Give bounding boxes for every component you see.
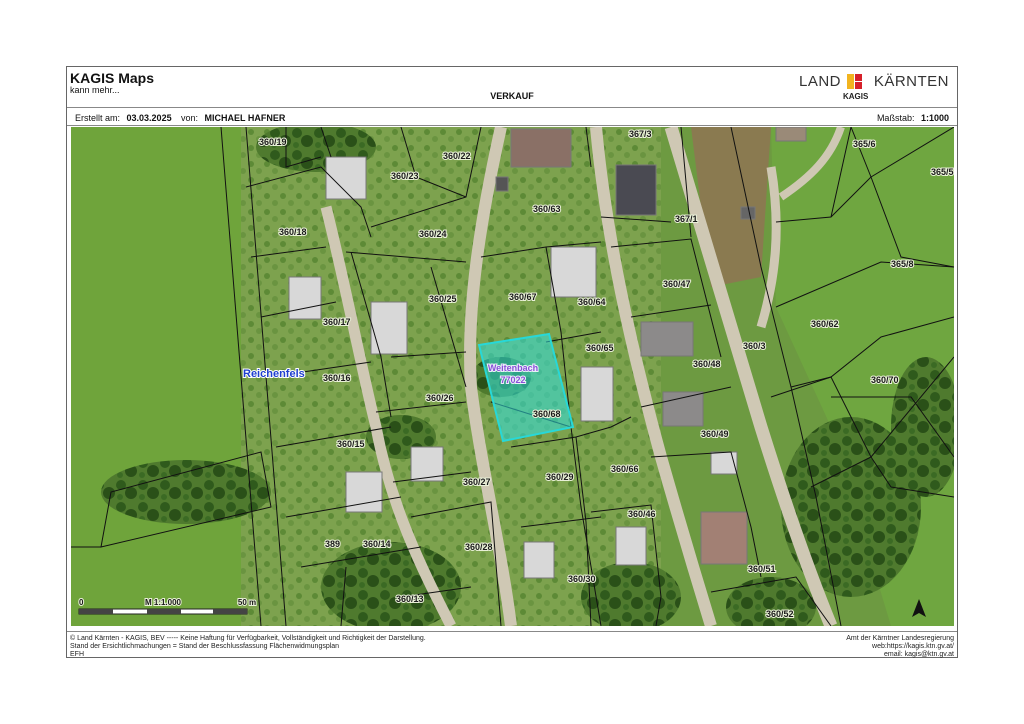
parcel-label: 360/16 <box>323 373 351 383</box>
meadow-west <box>71 127 241 626</box>
parcel-label: 360/51 <box>748 564 776 574</box>
scalebar-middle: M 1:1.000 <box>145 598 182 607</box>
footer-divider <box>67 631 957 632</box>
logo-text-left: LAND <box>799 73 842 90</box>
parcel-label: 360/47 <box>663 279 691 289</box>
logo-subtitle: KAGIS <box>843 92 869 101</box>
parcel-label: 360/62 <box>811 319 839 329</box>
print-frame: KAGIS Maps kann mehr... VERKAUF LAND KÄR… <box>66 66 958 658</box>
tree-cluster <box>101 460 271 524</box>
author: von: MICHAEL HAFNER <box>181 113 286 123</box>
parcel-label: 360/63 <box>533 204 561 214</box>
footer-disclaimer: © Land Kärnten - KAGIS, BEV ----- Keine … <box>70 635 426 658</box>
parcel-label: 360/52 <box>766 609 794 619</box>
parcel-label: 360/49 <box>701 429 729 439</box>
parcel-label: 360/27 <box>463 477 491 487</box>
parcel-label: 360/15 <box>337 439 365 449</box>
parcel-label: 360/24 <box>419 229 447 239</box>
parcel-label: 360/68 <box>533 409 561 419</box>
parcel-label: 360/64 <box>578 297 606 307</box>
brand-title: KAGIS Maps <box>70 70 155 86</box>
created-date: Erstellt am: 03.03.2025 <box>75 113 172 123</box>
parcel-label: 360/22 <box>443 151 471 161</box>
land-kaernten-logo: LAND KÄRNTEN KAGIS <box>799 71 949 103</box>
parcel-label: 360/23 <box>391 171 419 181</box>
scalebar-start: 0 <box>79 598 84 607</box>
parcel-label: 360/3 <box>743 341 766 351</box>
parcel-label: 360/65 <box>586 343 614 353</box>
coat-of-arms-icon <box>847 74 862 89</box>
footer-contact: Amt der Kärntner Landesregierung web:htt… <box>846 635 954 658</box>
parcel-label: 360/14 <box>363 539 391 549</box>
parcel-label: 360/67 <box>509 292 537 302</box>
aerial-map[interactable]: Weitenbach 77022 Reichenfels 360/19 360/2… <box>71 127 954 626</box>
scalebar-end: 50 m <box>238 598 256 607</box>
highlight-number-label: 77022 <box>500 375 525 385</box>
parcel-label: 360/46 <box>628 509 656 519</box>
parcel-label: 365/8 <box>891 259 914 269</box>
scale-info: Maßstab: 1:1000 <box>876 113 949 123</box>
parcel-label: 360/18 <box>279 227 307 237</box>
highlight-name-label: Weitenbach <box>488 363 538 373</box>
header-divider <box>67 107 957 108</box>
parcel-label: 360/26 <box>426 393 454 403</box>
parcel-label: 360/70 <box>871 375 899 385</box>
logo-text-right: KÄRNTEN <box>873 73 949 90</box>
parcel-label: 360/25 <box>429 294 457 304</box>
place-label: Reichenfels <box>243 368 305 380</box>
parcel-label: 360/28 <box>465 542 493 552</box>
parcel-label: 389 <box>325 539 340 549</box>
map-canvas[interactable]: Weitenbach 77022 Reichenfels 360/19 360/2… <box>71 127 954 626</box>
meta-divider <box>67 125 957 126</box>
parcel-label: 360/29 <box>546 472 574 482</box>
parcel-label: 360/17 <box>323 317 351 327</box>
parcel-label: 360/13 <box>396 594 424 604</box>
parcel-label: 365/5 <box>931 167 954 177</box>
parcel-label: 360/48 <box>693 359 721 369</box>
parcel-label: 360/30 <box>568 574 596 584</box>
parcel-label: 367/1 <box>675 214 698 224</box>
parcel-label: 367/3 <box>629 129 652 139</box>
parcel-label: 360/19 <box>259 137 287 147</box>
parcel-label: 360/66 <box>611 464 639 474</box>
parcel-label: 365/6 <box>853 139 876 149</box>
